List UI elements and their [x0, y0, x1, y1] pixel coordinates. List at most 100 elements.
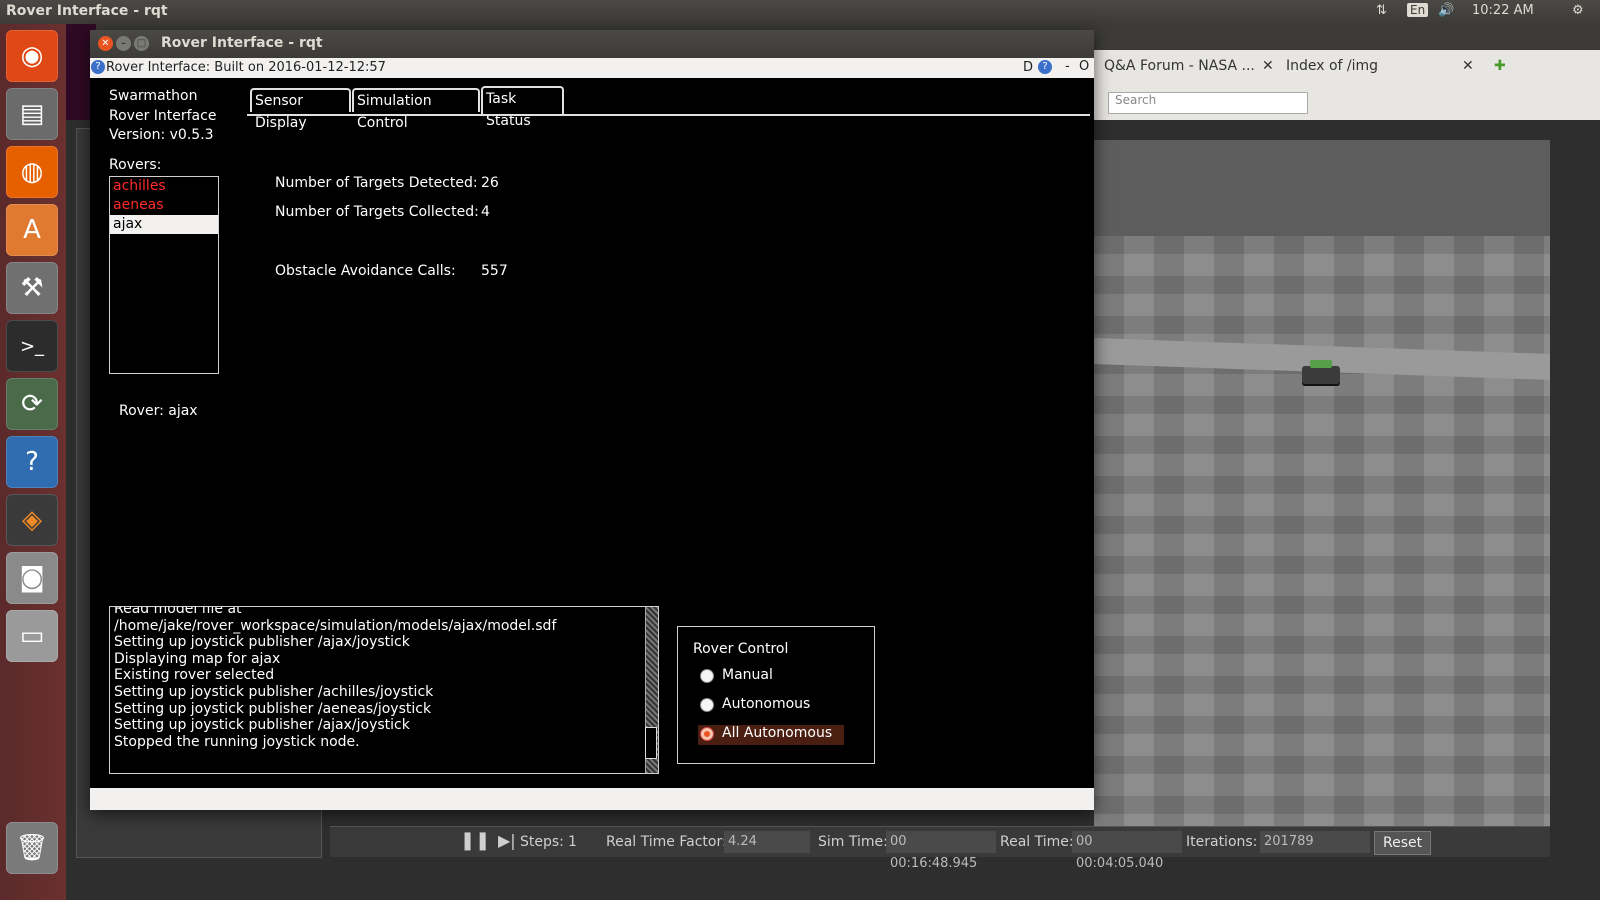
tab-divider: [247, 114, 1090, 116]
all-autonomous-radio[interactable]: [700, 727, 714, 741]
clock[interactable]: 10:22 AM: [1472, 3, 1534, 18]
plugin-header: ? Rover Interface: Built on 2016-01-12-1…: [90, 58, 1094, 78]
rover-control-group: Rover Control Manual Autonomous All Auto…: [677, 626, 875, 764]
minimize-icon[interactable]: -: [1065, 59, 1070, 74]
gazebo-3d-scene[interactable]: [1094, 140, 1550, 828]
scene-ground: [1094, 236, 1550, 828]
volume-icon[interactable]: 🔊: [1438, 3, 1454, 18]
rover-interface-panel: Swarmathon Rover Interface Version: v0.5…: [90, 78, 1094, 788]
iterations-label: Iterations:: [1186, 834, 1258, 850]
minimize-icon[interactable]: –: [116, 36, 131, 51]
all-autonomous-radio-label[interactable]: All Autonomous: [722, 725, 832, 741]
sim-time-field: 00 00:16:48.945: [886, 831, 996, 871]
log-line: Setting up joystick publisher /ajax/joys…: [114, 717, 410, 734]
log-lines: Read model file at /home/jake/rover_work…: [114, 606, 557, 750]
current-rover-label: Rover: ajax: [119, 403, 198, 419]
targets-collected-value: 4: [481, 204, 490, 220]
targets-detected-value: 26: [481, 175, 499, 191]
gear-icon[interactable]: ⚙: [1572, 3, 1584, 18]
launcher: ◉ ▤ ◍ A ⚒ >_ ⟳ ? ◈ ◙ ▭ 🗑: [0, 24, 67, 900]
top-panel: Rover Interface - rqt ⇅ En 🔊 10:22 AM ⚙: [0, 0, 1600, 24]
close-icon[interactable]: ✕: [98, 36, 113, 51]
terminal-icon[interactable]: >_: [6, 320, 58, 372]
browser-window: Q&A Forum - NASA ... ✕ Index of /img ✕ ✚…: [1094, 50, 1600, 120]
updater-icon[interactable]: ⟳: [6, 378, 58, 430]
steps-label: Steps:: [520, 834, 564, 850]
help-icon[interactable]: ?: [6, 436, 58, 488]
tab-task-status[interactable]: Task Status: [481, 86, 564, 129]
list-item[interactable]: achilles: [110, 177, 218, 196]
app-name-line1: Swarmathon: [109, 88, 198, 104]
list-item[interactable]: ajax: [110, 215, 218, 234]
rovers-label: Rovers:: [109, 157, 162, 173]
ubuntu-dash-icon[interactable]: ◉: [6, 30, 58, 82]
scene-horizon: [1094, 140, 1550, 236]
rover-model[interactable]: [1302, 360, 1340, 384]
app-name-line2: Rover Interface: [109, 108, 217, 124]
real-time-label: Real Time:: [1000, 834, 1074, 850]
help-icon[interactable]: ?: [1038, 60, 1052, 74]
browser-tab-index[interactable]: Index of /img: [1286, 58, 1378, 86]
float-icon[interactable]: O: [1079, 59, 1089, 74]
steps-value[interactable]: 1: [568, 834, 577, 850]
tab-sensor-display[interactable]: Sensor Display: [250, 88, 351, 131]
rqt-titlebar: ✕ – □ Rover Interface - rqt: [90, 30, 1094, 58]
autonomous-radio[interactable]: [700, 698, 714, 712]
rqt-window: ✕ – □ Rover Interface - rqt ? Rover Inte…: [90, 30, 1094, 810]
maximize-icon[interactable]: □: [134, 36, 149, 51]
firefox-icon[interactable]: ◍: [6, 146, 58, 198]
plugin-d-button[interactable]: D: [1023, 60, 1033, 75]
log-line: Displaying map for ajax: [114, 650, 281, 667]
step-icon[interactable]: ▶|: [498, 831, 516, 850]
disk-icon[interactable]: ▭: [6, 610, 58, 662]
top-panel-title: Rover Interface - rqt: [6, 3, 168, 19]
manual-radio-label[interactable]: Manual: [722, 667, 773, 683]
obstacle-calls-value: 557: [481, 263, 508, 279]
settings-icon[interactable]: ⚒: [6, 262, 58, 314]
plugin-title: Rover Interface: Built on 2016-01-12-12:…: [106, 60, 386, 75]
targets-detected-label: Number of Targets Detected:: [275, 175, 478, 191]
log-line: Setting up joystick publisher /ajax/joys…: [114, 634, 410, 651]
trash-icon[interactable]: 🗑: [6, 822, 58, 874]
rtf-label: Real Time Factor:: [606, 834, 727, 850]
network-icon[interactable]: ⇅: [1376, 3, 1387, 18]
camera-icon[interactable]: ◙: [6, 552, 58, 604]
real-time-field: 00 00:04:05.040: [1072, 831, 1182, 871]
log-line: Read model file at: [114, 606, 242, 617]
rqt-statusbar: [90, 788, 1094, 810]
obstacle-calls-label: Obstacle Avoidance Calls:: [275, 263, 456, 279]
sim-time-label: Sim Time:: [818, 834, 888, 850]
browser-tab-qa[interactable]: Q&A Forum - NASA ...: [1104, 58, 1255, 86]
log-output[interactable]: Read model file at /home/jake/rover_work…: [109, 606, 659, 774]
log-line: Existing rover selected: [114, 667, 275, 684]
log-line: /home/jake/rover_workspace/simulation/mo…: [114, 617, 557, 634]
software-center-icon[interactable]: A: [6, 204, 58, 256]
close-icon[interactable]: ✕: [1462, 58, 1474, 86]
sublime-icon[interactable]: ◈: [6, 494, 58, 546]
version-label: Version: v0.5.3: [109, 127, 214, 143]
log-line: Setting up joystick publisher /aeneas/jo…: [114, 700, 432, 717]
rover-control-title: Rover Control: [693, 641, 789, 657]
reset-button[interactable]: Reset: [1374, 831, 1432, 855]
pause-icon[interactable]: ❚❚: [460, 830, 490, 851]
rqt-window-title: Rover Interface - rqt: [161, 35, 323, 51]
log-line: Stopped the running joystick node.: [114, 733, 360, 750]
list-item[interactable]: aeneas: [110, 196, 218, 215]
rover-list[interactable]: achilles aeneas ajax: [109, 176, 219, 374]
log-line: Setting up joystick publisher /achilles/…: [114, 683, 434, 700]
rtf-field: 4.24: [724, 831, 810, 853]
autonomous-radio-label[interactable]: Autonomous: [722, 696, 810, 712]
files-icon[interactable]: ▤: [6, 88, 58, 140]
search-input[interactable]: Search: [1108, 92, 1308, 114]
keyboard-indicator[interactable]: En: [1407, 3, 1429, 17]
log-scrollbar[interactable]: [645, 607, 658, 773]
targets-collected-label: Number of Targets Collected:: [275, 204, 479, 220]
iterations-field: 201789: [1260, 831, 1370, 853]
gazebo-status-bar: ❚❚ ▶| Steps: 1 Real Time Factor: 4.24 Si…: [330, 826, 1550, 871]
tab-simulation-control[interactable]: Simulation Control: [352, 88, 480, 131]
close-icon[interactable]: ✕: [1262, 58, 1274, 86]
scrollbar-thumb[interactable]: [645, 727, 657, 759]
help-icon[interactable]: ?: [91, 60, 105, 74]
new-tab-icon[interactable]: ✚: [1494, 58, 1506, 86]
manual-radio[interactable]: [700, 669, 714, 683]
